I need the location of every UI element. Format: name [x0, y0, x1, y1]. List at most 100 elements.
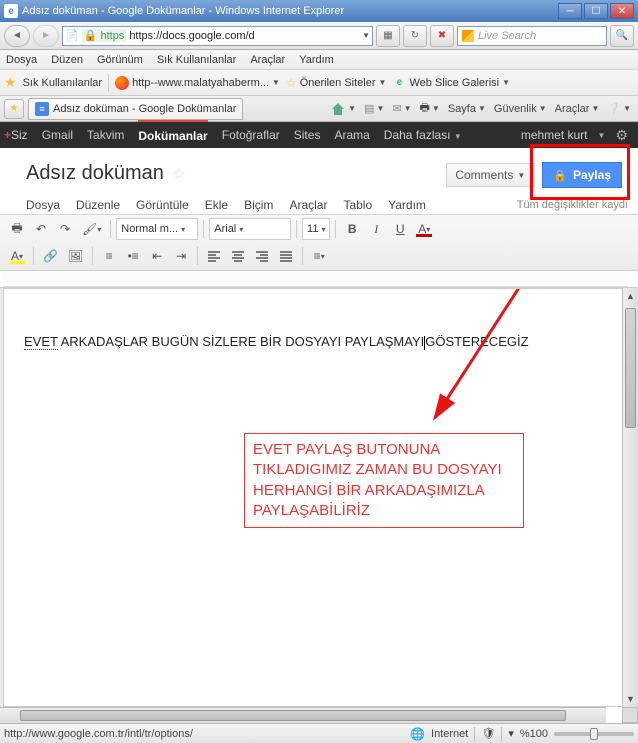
print-button[interactable]: 🖶▼ [417, 98, 443, 120]
scroll-up-button[interactable]: ▲ [623, 288, 638, 304]
docs-menu-goruntule[interactable]: Görüntüle [136, 198, 189, 212]
compat-view-button[interactable]: ▦ [376, 25, 400, 47]
back-button[interactable]: ◄ [4, 25, 30, 47]
vertical-scrollbar[interactable]: ▲ ▼ [622, 288, 638, 707]
docs-menu-bicim[interactable]: Biçim [244, 198, 273, 212]
search-go-button[interactable]: 🔍 [610, 25, 634, 47]
menu-yardim[interactable]: Yardım [299, 54, 334, 66]
tools-menu[interactable]: Araçlar ▼ [552, 98, 603, 120]
help-button[interactable]: ❔▼ [604, 98, 634, 120]
indent-button[interactable]: ⇥ [170, 245, 192, 267]
gbar-arama[interactable]: Arama [334, 128, 369, 142]
minimize-button[interactable]: ─ [558, 3, 582, 19]
font-size-select[interactable]: 11▾ [302, 218, 330, 240]
gbar-gmail[interactable]: Gmail [42, 128, 73, 142]
docs-menu-yardim[interactable]: Yardım [388, 198, 426, 212]
doc-page[interactable]: EVET ARKADAŞLAR BUGÜN SİZLERE BİR DOSYAY… [3, 288, 628, 707]
docs-menu-araclar[interactable]: Araçlar [289, 198, 327, 212]
scroll-down-button[interactable]: ▼ [623, 691, 638, 707]
menu-araclar[interactable]: Araçlar [250, 54, 285, 66]
menu-dosya[interactable]: Dosya [6, 54, 37, 66]
chevron-down-icon: ▼ [272, 78, 280, 87]
separator [296, 220, 297, 238]
separator [203, 220, 204, 238]
star-outline-icon[interactable]: ☆ [172, 164, 186, 184]
outdent-button[interactable]: ⇤ [146, 245, 168, 267]
doc-title[interactable]: Adsız doküman ☆ [26, 162, 186, 185]
gbar-sites[interactable]: Sites [294, 128, 321, 142]
separator [108, 74, 109, 92]
tab-row: ★ ≡ Adsız doküman - Google Dokümanlar ▼ … [0, 96, 638, 122]
link-button[interactable]: 🔗 [39, 245, 62, 267]
gbar-plus[interactable]: ++SizSiz [4, 128, 28, 142]
favorites-button[interactable]: ★ [4, 99, 24, 119]
bookmark-item-0[interactable]: http--www.malatyahaberm... ▼ [115, 76, 280, 90]
address-history-dropdown[interactable]: ▼ [362, 31, 370, 40]
numbered-list-button[interactable]: ≡ [98, 245, 120, 267]
home-button[interactable]: ▼ [327, 98, 359, 120]
forward-button[interactable]: ► [33, 25, 59, 47]
address-bar-row: ◄ ► 📄 🔒 https https://docs.google.com/d … [0, 22, 638, 50]
menu-duzen[interactable]: Düzen [51, 54, 83, 66]
line-spacing-button[interactable]: ≡▾ [308, 245, 330, 267]
page-favicon: 📄 [65, 29, 79, 42]
ruler[interactable] [3, 271, 628, 287]
close-button[interactable]: ✕ [610, 3, 634, 19]
print-button[interactable]: 🖶 [6, 218, 28, 240]
doc-title-text: Adsız doküman [26, 162, 164, 185]
gbar-fotograflar[interactable]: Fotoğraflar [222, 128, 280, 142]
scroll-thumb[interactable] [20, 710, 566, 721]
gbar-user[interactable]: mehmet kurt [521, 128, 588, 142]
comments-button[interactable]: Comments ▼ [446, 163, 534, 187]
style-select[interactable]: Normal m...▾ [116, 218, 198, 240]
bookmark-item-1[interactable]: ☆ Önerilen Siteler ▼ [286, 76, 387, 90]
scroll-thumb[interactable] [625, 308, 636, 428]
browser-tab[interactable]: ≡ Adsız doküman - Google Dokümanlar [28, 98, 243, 120]
gbar-takvim[interactable]: Takvim [87, 128, 124, 142]
body-text: EVET ARKADAŞLAR BUGÜN SİZLERE BİR DOSYAY… [24, 333, 607, 351]
align-justify-button[interactable] [275, 245, 297, 267]
stop-button[interactable]: ✖ [430, 25, 454, 47]
separator [33, 247, 34, 265]
address-bar[interactable]: 📄 🔒 https https://docs.google.com/d ▼ [62, 26, 373, 46]
gbar-dokumanlar[interactable]: Dokümanlar [138, 120, 207, 146]
docs-menu-dosya[interactable]: Dosya [26, 198, 60, 212]
page-menu[interactable]: Sayfa ▼ [445, 98, 489, 120]
mail-button[interactable]: ✉▼ [389, 98, 414, 120]
highlight-button[interactable]: A▾ [6, 245, 28, 267]
bulleted-list-button[interactable]: •≡ [122, 245, 144, 267]
horizontal-scrollbar[interactable] [0, 707, 606, 723]
doc-viewport: EVET ARKADAŞLAR BUGÜN SİZLERE BİR DOSYAY… [0, 287, 638, 707]
feeds-button[interactable]: ▤▼ [361, 98, 387, 120]
maximize-button[interactable]: ☐ [584, 3, 608, 19]
italic-button[interactable]: I [365, 218, 387, 240]
gbar-more[interactable]: Daha fazlası ▼ [384, 128, 462, 142]
favorites-label[interactable]: Sık Kullanılanlar [23, 77, 103, 89]
menu-gorunum[interactable]: Görünüm [97, 54, 143, 66]
bold-button[interactable]: B [341, 218, 363, 240]
docs-menu-duzenle[interactable]: Düzenle [76, 198, 120, 212]
undo-button[interactable]: ↶ [30, 218, 52, 240]
docs-menu-ekle[interactable]: Ekle [205, 198, 228, 212]
align-center-button[interactable] [227, 245, 249, 267]
search-box[interactable]: Live Search [457, 26, 607, 46]
redo-button[interactable]: ↷ [54, 218, 76, 240]
zoom-slider[interactable] [554, 732, 634, 736]
bookmark-item-2[interactable]: e Web Slice Galerisi ▼ [392, 76, 510, 90]
zoom-down-icon[interactable]: ▾ [508, 727, 514, 740]
paint-format-button[interactable]: 🖌▾ [78, 218, 105, 240]
safety-menu[interactable]: Güvenlik ▼ [491, 98, 550, 120]
font-select[interactable]: Arial▾ [209, 218, 291, 240]
docs-menu-tablo[interactable]: Tablo [343, 198, 372, 212]
text-color-button[interactable]: A▾ [413, 218, 435, 240]
align-right-button[interactable] [251, 245, 273, 267]
gear-icon[interactable]: ⚙ [615, 127, 628, 144]
favorites-star-icon[interactable]: ★ [4, 74, 17, 91]
bookmark-label: Önerilen Siteler [300, 77, 376, 89]
underline-button[interactable]: U [389, 218, 411, 240]
align-left-button[interactable] [203, 245, 225, 267]
refresh-button[interactable]: ↻ [403, 25, 427, 47]
search-provider-icon [462, 30, 474, 42]
menu-sik[interactable]: Sık Kullanılanlar [157, 54, 237, 66]
image-button[interactable]: 🖼 [64, 245, 87, 267]
